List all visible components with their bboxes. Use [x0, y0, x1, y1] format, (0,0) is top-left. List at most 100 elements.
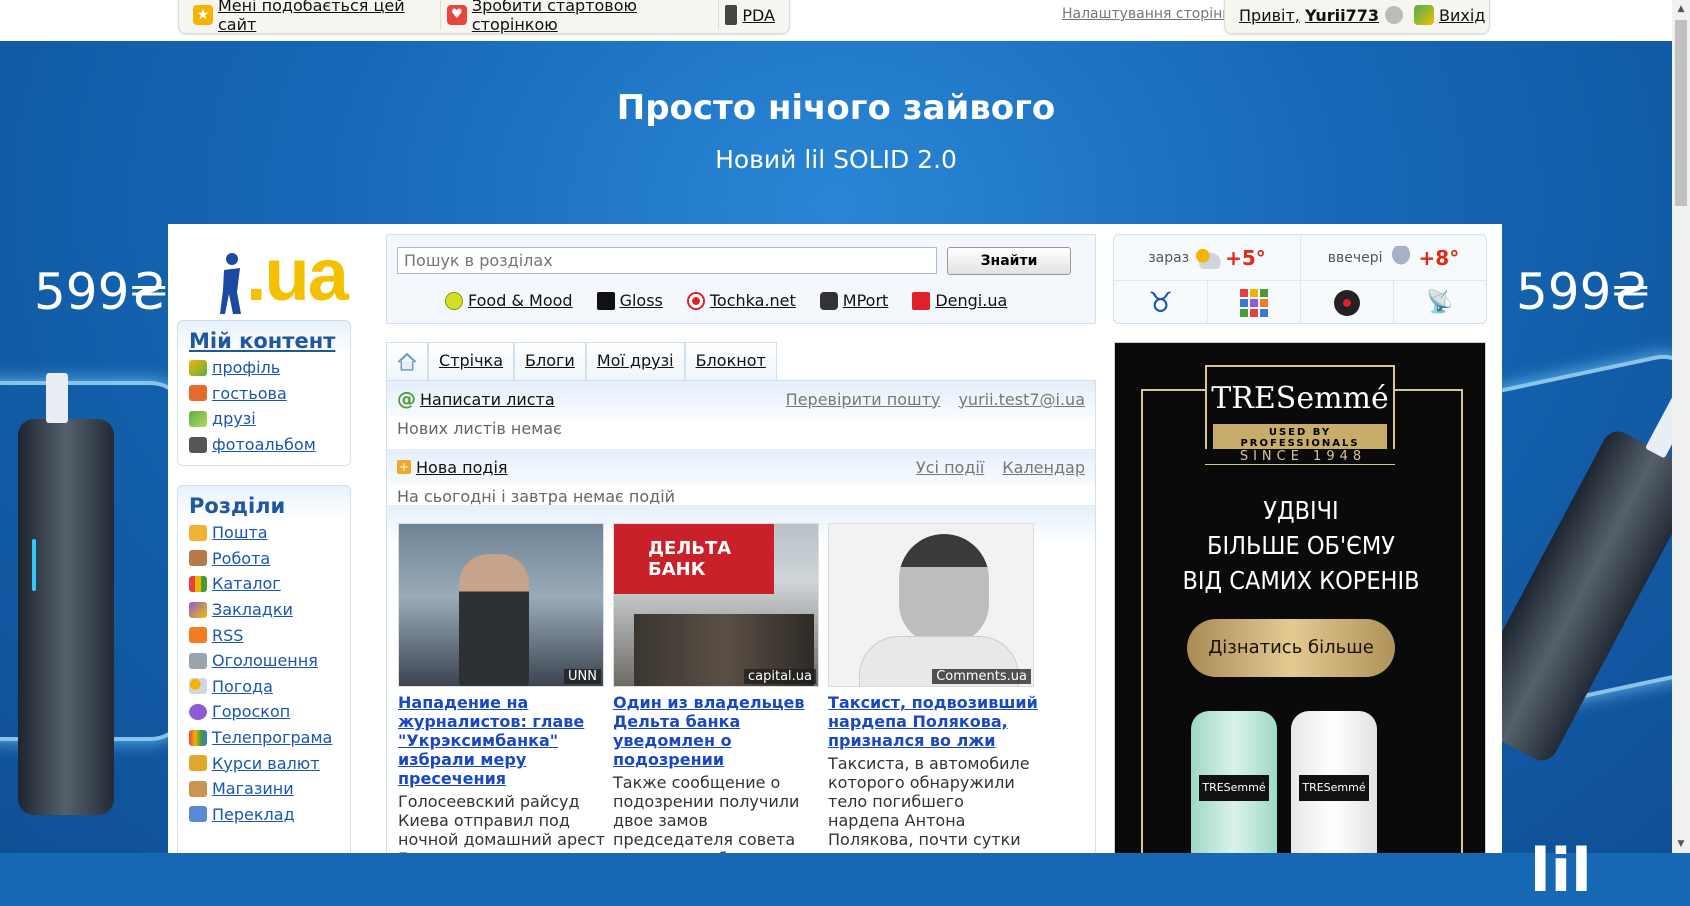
rss-icon [189, 627, 207, 644]
content-tabs: Стрічка Блоги Мої друзі Блокнот [386, 342, 777, 380]
status-icon[interactable] [1385, 6, 1404, 24]
news-body: Голосеевский райсуд Киева отправил под н… [398, 792, 606, 853]
section-item-ads[interactable]: Оголошення [178, 648, 350, 674]
section-item-mail[interactable]: Пошта [178, 520, 350, 546]
my-content-box: Мій контент профіль гостьова друзі фотоа… [177, 320, 351, 466]
partner-tochka[interactable]: Tochka.net [686, 291, 796, 310]
section-item-horoscope[interactable]: Гороскоп [178, 699, 350, 725]
section-item-currency[interactable]: Курси валют [178, 750, 350, 776]
my-content-item-photoalbum[interactable]: фотоальбом [178, 432, 350, 458]
logout-link[interactable]: Вихід [1408, 0, 1491, 33]
news-section: UNN Нападение на журналистов: главе "Укр… [387, 505, 1095, 853]
all-events-link[interactable]: Усі події [916, 458, 984, 477]
main-page: .ua Мій контент профіль гостьова друзі ф… [168, 224, 1502, 853]
section-item-tv[interactable]: Телепрограма [178, 725, 350, 751]
at-sign-icon: @ [397, 388, 416, 410]
my-content-item-guestbook[interactable]: гостьова [178, 381, 350, 407]
news-source: capital.ua [744, 669, 816, 684]
home-icon [397, 352, 417, 371]
news-photo[interactable]: ДЕЛЬТА БАНК capital.ua [613, 523, 819, 687]
new-event-link[interactable]: Нова подія [416, 458, 508, 477]
make-start-page-link[interactable]: ♥ Зробити стартовою сторінкою [441, 0, 719, 34]
dengi-icon [912, 291, 931, 310]
crystal-ball-icon [189, 703, 207, 720]
my-content-item-profile[interactable]: профіль [178, 355, 350, 381]
scroll-up-arrow-icon[interactable]: ▲ [1672, 0, 1690, 18]
section-item-translate[interactable]: Переклад [178, 802, 350, 828]
apps-grid-icon[interactable] [1207, 280, 1300, 324]
section-item-weather[interactable]: Погода [178, 674, 350, 700]
newspaper-icon [189, 652, 207, 669]
rain-cloud-icon [1386, 245, 1415, 270]
news-photo[interactable]: Comments.ua [828, 523, 1034, 687]
section-item-catalog[interactable]: Каталог [178, 571, 350, 597]
news-headline[interactable]: Один из владельцев Дельта банка уведомле… [613, 693, 825, 769]
news-item: ДЕЛЬТА БАНК capital.ua Один из владельце… [613, 523, 825, 853]
taurus-icon[interactable]: ♉ [1114, 280, 1207, 324]
partner-mport[interactable]: MPort [819, 291, 888, 310]
ad-since: SINCE 1948 [1175, 449, 1431, 464]
news-photo[interactable]: UNN [398, 523, 604, 687]
mail-address-link[interactable]: yurii.test7@i.ua [958, 390, 1085, 409]
music-disc-icon[interactable] [1300, 280, 1393, 324]
pda-link[interactable]: PDA [719, 0, 781, 33]
vertical-scrollbar[interactable]: ▲ ▼ [1672, 0, 1690, 853]
news-headline[interactable]: Таксист, подвозивший нардепа Полякова, п… [828, 693, 1040, 750]
gloss-icon [596, 291, 615, 310]
search-panel: Знайти Food & Mood Gloss Tochka.net MPor… [386, 234, 1096, 324]
like-site-link[interactable]: ★ Мені подобається цей сайт [187, 0, 440, 34]
tab-my-friends[interactable]: Мої друзі [585, 342, 685, 380]
write-mail-link[interactable]: Написати листа [420, 390, 555, 409]
weather-evening[interactable]: ввечері +8° [1300, 235, 1486, 280]
news-headline[interactable]: Нападение на журналистов: главе "Укрэкси… [398, 693, 610, 788]
weather-now[interactable]: зараз +5° [1114, 235, 1300, 280]
news-item: Comments.ua Таксист, подвозивший нардепа… [828, 523, 1040, 849]
radio-tower-icon[interactable]: 📡 [1393, 280, 1486, 324]
brand-logo-lil: lil [1530, 836, 1592, 906]
user-greeting[interactable]: Привіт, Yurii773 [1233, 0, 1385, 33]
partner-dengi[interactable]: Dengi.ua [912, 291, 1007, 310]
product-bottle-image: TRESemmé [1291, 711, 1377, 853]
mail-header: @ Написати листа Перевірити пошту yurii.… [387, 381, 1095, 417]
partner-gloss[interactable]: Gloss [596, 291, 663, 310]
section-item-rss[interactable]: RSS [178, 622, 350, 648]
check-mail-link[interactable]: Перевірити пошту [786, 390, 941, 409]
shopping-bag-icon [189, 780, 207, 797]
tab-feed[interactable]: Стрічка [428, 342, 515, 380]
logo-figure-icon [220, 253, 241, 314]
smiley-icon [445, 291, 463, 310]
tab-blogs[interactable]: Блоги [514, 342, 586, 380]
ad-learn-more-button[interactable]: Дізнатись більше [1187, 619, 1395, 677]
calendar-link[interactable]: Календар [1002, 458, 1085, 477]
sidebar-advertisement[interactable]: TRESemmé USED BY PROFESSIONALS SINCE 194… [1114, 342, 1486, 853]
envelope-icon [189, 524, 207, 541]
mport-icon [819, 291, 838, 310]
my-content-item-friends[interactable]: друзі [178, 406, 350, 432]
bank-sign: ДЕЛЬТА БАНК [614, 524, 774, 594]
section-item-shops[interactable]: Магазини [178, 776, 350, 802]
news-body: Таксиста, в автомобиле которого обнаружи… [828, 754, 1030, 849]
search-input[interactable] [397, 247, 937, 274]
my-content-title[interactable]: Мій контент [178, 321, 350, 355]
sun-cloud-icon [1193, 246, 1222, 269]
tab-home[interactable] [386, 342, 428, 380]
news-body: Также сообщение о подозрении получили дв… [613, 773, 800, 853]
sections-title: Розділи [189, 494, 286, 518]
profile-icon [189, 359, 207, 376]
username-link[interactable]: Yurii773 [1305, 6, 1379, 25]
partner-food-mood[interactable]: Food & Mood [445, 291, 573, 310]
logo-text: .ua [246, 233, 349, 316]
scroll-down-arrow-icon[interactable]: ▼ [1672, 835, 1690, 853]
page-settings-link[interactable]: Налаштування сторінки [1062, 6, 1240, 22]
money-bag-icon [189, 755, 207, 772]
tv-icon [189, 729, 207, 746]
sun-cloud-icon [189, 678, 207, 695]
star-icon: ★ [193, 5, 213, 25]
tab-notebook[interactable]: Блокнот [684, 342, 777, 380]
section-item-bookmarks[interactable]: Закладки [178, 597, 350, 623]
search-button[interactable]: Знайти [947, 247, 1071, 275]
scrollbar-thumb[interactable] [1675, 20, 1687, 206]
site-logo[interactable]: .ua [212, 233, 349, 318]
section-item-jobs[interactable]: Робота [178, 546, 350, 572]
price-right: 599₴ [1516, 263, 1651, 321]
